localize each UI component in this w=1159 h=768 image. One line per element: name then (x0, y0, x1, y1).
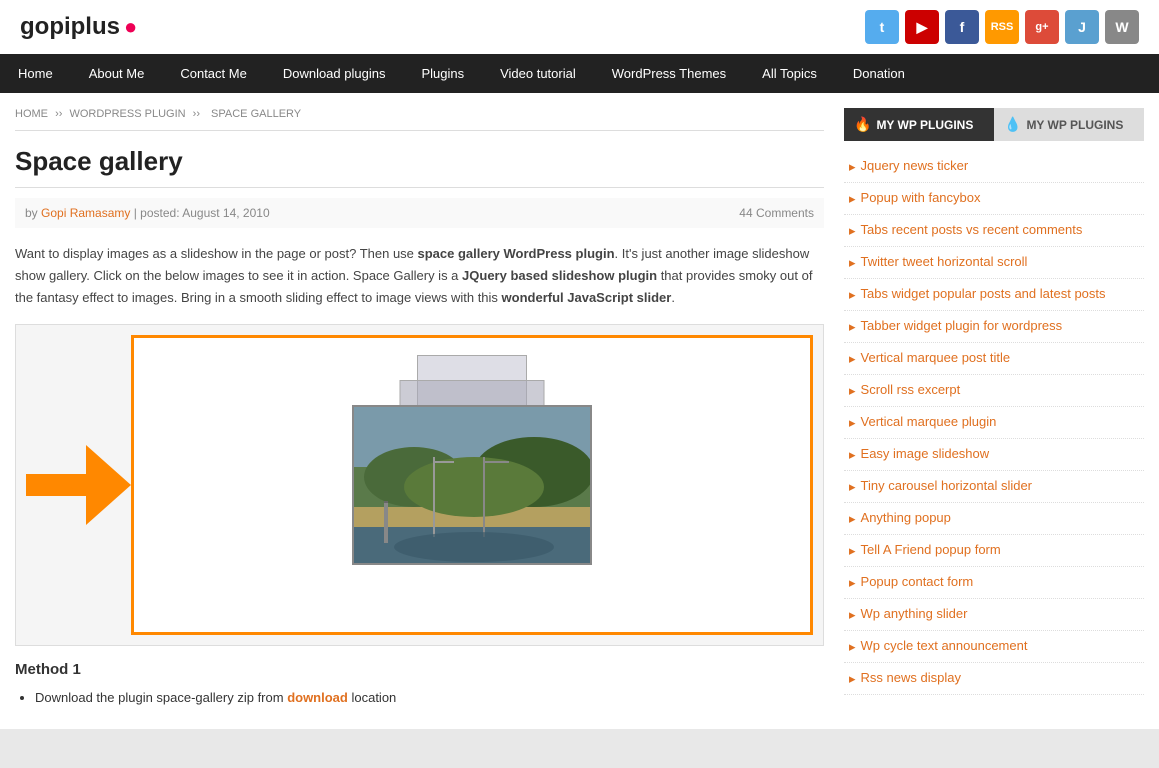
plugin-link[interactable]: Tabs recent posts vs recent comments (861, 222, 1083, 239)
nav-download[interactable]: Download plugins (265, 54, 404, 93)
facebook-icon[interactable]: f (945, 10, 979, 44)
list-item: Tabber widget plugin for wordpress (844, 311, 1144, 343)
nav-donation[interactable]: Donation (835, 54, 923, 93)
list-item: Popup contact form (844, 567, 1144, 599)
sidebar-plugin-list: Jquery news ticker Popup with fancybox Tab… (844, 151, 1144, 695)
drop-icon: 💧 (1004, 116, 1021, 133)
joomla-icon[interactable]: J (1065, 10, 1099, 44)
list-item: Easy image slideshow (844, 439, 1144, 471)
plugin-link[interactable]: Rss news display (861, 670, 961, 687)
sidebar-tab-1[interactable]: 🔥 MY WP PLUGINS (844, 108, 994, 141)
demo-area: Demo (15, 324, 824, 646)
demo-label: Demo (36, 476, 80, 494)
plugin-link[interactable]: Tabber widget plugin for wordpress (861, 318, 1063, 335)
breadcrumb-home[interactable]: HOME (15, 108, 48, 120)
arrow-head (86, 445, 131, 525)
sidebar: 🔥 MY WP PLUGINS 💧 MY WP PLUGINS Jquery n… (844, 108, 1144, 714)
plugin-link[interactable]: Wp cycle text announcement (861, 638, 1028, 655)
breadcrumb-plugin[interactable]: WORDPRESS PLUGIN (69, 108, 185, 120)
post-title: Space gallery (15, 146, 824, 188)
list-item: Tabs recent posts vs recent comments (844, 215, 1144, 247)
slider-bold: wonderful JavaScript slider (502, 290, 672, 305)
main-nav: Home About Me Contact Me Download plugin… (0, 54, 1159, 93)
nav-themes[interactable]: WordPress Themes (594, 54, 744, 93)
list-item: Tiny carousel horizontal slider (844, 471, 1144, 503)
plugin-link[interactable]: Vertical marquee post title (861, 350, 1011, 367)
slide-image (354, 407, 590, 563)
sidebar-tab-2[interactable]: 💧 MY WP PLUGINS (994, 108, 1144, 141)
list-item: Twitter tweet horizontal scroll (844, 247, 1144, 279)
post-author-line: by Gopi Ramasamy | posted: August 14, 20… (25, 206, 270, 220)
list-item: Download the plugin space-gallery zip fr… (35, 688, 824, 709)
post-date: August 14, 2010 (182, 206, 269, 220)
post-author-link[interactable]: Gopi Ramasamy (41, 206, 130, 220)
youtube-icon[interactable]: ▶ (905, 10, 939, 44)
tab2-label: MY WP PLUGINS (1026, 118, 1123, 132)
breadcrumb-current: SPACE GALLERY (211, 108, 301, 120)
post-content: Want to display images as a slideshow in… (15, 243, 824, 309)
post-comments: 44 Comments (739, 206, 814, 220)
nav-topics[interactable]: All Topics (744, 54, 835, 93)
rss-icon[interactable]: RSS (985, 10, 1019, 44)
breadcrumb: HOME ›› WORDPRESS PLUGIN ›› SPACE GALLER… (15, 108, 824, 131)
plugin-link[interactable]: Popup contact form (861, 574, 974, 591)
logo-icon: ● (124, 14, 137, 40)
plugin-link[interactable]: Scroll rss excerpt (861, 382, 961, 399)
site-logo: gopiplus● (20, 13, 137, 41)
list-item: Tell A Friend popup form (844, 535, 1144, 567)
slide-main-image (352, 405, 592, 565)
plugin-link[interactable]: Anything popup (861, 510, 951, 527)
nav-about[interactable]: About Me (71, 54, 163, 93)
slide-stack (352, 405, 592, 565)
plugin-link[interactable]: Jquery news ticker (861, 158, 969, 175)
list-item: Scroll rss excerpt (844, 375, 1144, 407)
plugin-link[interactable]: Wp anything slider (861, 606, 968, 623)
slideshow-container[interactable] (131, 335, 813, 635)
main-content: HOME ›› WORDPRESS PLUGIN ›› SPACE GALLER… (15, 108, 824, 714)
gplus-icon[interactable]: g+ (1025, 10, 1059, 44)
logo-text: gopiplus (20, 13, 120, 41)
plugin-link[interactable]: Tiny carousel horizontal slider (861, 478, 1032, 495)
list-item: Wp cycle text announcement (844, 631, 1144, 663)
tab1-label: MY WP PLUGINS (876, 118, 973, 132)
nav-contact[interactable]: Contact Me (162, 54, 264, 93)
plugin-link[interactable]: Popup with fancybox (861, 190, 981, 207)
nav-home[interactable]: Home (0, 54, 71, 93)
list-item: Popup with fancybox (844, 183, 1144, 215)
list-item: Vertical marquee plugin (844, 407, 1144, 439)
plugin-link[interactable]: Twitter tweet horizontal scroll (861, 254, 1028, 271)
plugin-link[interactable]: Tell A Friend popup form (861, 542, 1001, 559)
plugin-link[interactable]: Easy image slideshow (861, 446, 990, 463)
wordpress-icon[interactable]: W (1105, 10, 1139, 44)
download-bold: download (287, 690, 348, 705)
plugin-link[interactable]: Tabs widget popular posts and latest pos… (861, 286, 1106, 303)
list-item: Jquery news ticker (844, 151, 1144, 183)
method1-title: Method 1 (15, 661, 824, 678)
list-item: Anything popup (844, 503, 1144, 535)
scene-svg (354, 407, 592, 565)
social-icons-container: t ▶ f RSS g+ J W (865, 10, 1139, 44)
fire-icon: 🔥 (854, 116, 871, 133)
twitter-icon[interactable]: t (865, 10, 899, 44)
jquery-bold: JQuery based slideshow plugin (462, 268, 657, 283)
plugin-name-bold: space gallery WordPress plugin (418, 246, 615, 261)
list-item: Vertical marquee post title (844, 343, 1144, 375)
list-item: Rss news display (844, 663, 1144, 695)
sidebar-tabs: 🔥 MY WP PLUGINS 💧 MY WP PLUGINS (844, 108, 1144, 141)
demo-arrow-container: Demo (26, 445, 131, 525)
nav-video[interactable]: Video tutorial (482, 54, 594, 93)
list-item: Wp anything slider (844, 599, 1144, 631)
download-link[interactable]: download (287, 690, 348, 705)
nav-plugins[interactable]: Plugins (403, 54, 482, 93)
list-item: Tabs widget popular posts and latest pos… (844, 279, 1144, 311)
plugin-link[interactable]: Vertical marquee plugin (861, 414, 997, 431)
method1-list: Download the plugin space-gallery zip fr… (35, 688, 824, 709)
post-meta: by Gopi Ramasamy | posted: August 14, 20… (15, 198, 824, 228)
